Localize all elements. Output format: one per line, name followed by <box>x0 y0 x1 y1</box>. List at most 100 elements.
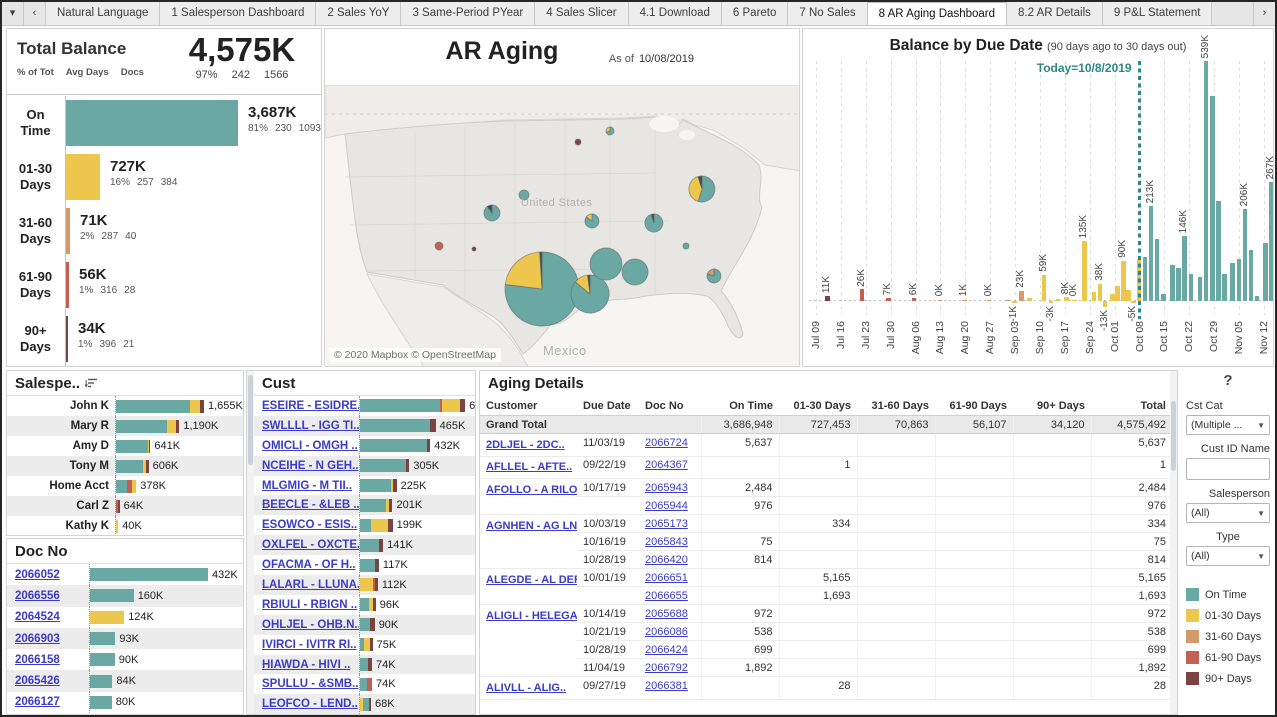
cust-scrollbar[interactable] <box>247 371 254 714</box>
bar-segment[interactable] <box>360 499 386 512</box>
bar-segment[interactable] <box>460 399 465 412</box>
doc-no-link[interactable]: 2065843 <box>645 536 688 548</box>
aging-scrollbar-thumb[interactable] <box>1171 401 1176 471</box>
bar-segment[interactable] <box>375 559 379 572</box>
due-date-bar[interactable] <box>1198 277 1203 302</box>
stacked-bar[interactable] <box>360 578 378 591</box>
stacked-bar[interactable] <box>116 400 204 413</box>
stacked-bar[interactable] <box>360 638 373 651</box>
doc-no-link[interactable]: 2065943 <box>645 482 688 494</box>
stacked-bar[interactable] <box>90 632 115 645</box>
due-date-bar[interactable] <box>1189 274 1194 301</box>
due-date-bar[interactable] <box>1049 301 1054 303</box>
bar-segment[interactable] <box>360 578 373 591</box>
due-date-bar[interactable] <box>1149 206 1154 301</box>
aging-col-header[interactable]: Customer <box>480 397 577 416</box>
doc-no-link[interactable]: 2064524 <box>7 611 89 623</box>
prev-sheet-icon[interactable]: ‹ <box>24 2 46 25</box>
due-date-bar[interactable] <box>1230 263 1235 301</box>
bar-segment[interactable] <box>360 559 375 572</box>
due-date-bar[interactable] <box>912 298 917 301</box>
bar-segment[interactable] <box>116 440 148 453</box>
legend-item[interactable]: On Time <box>1186 584 1270 605</box>
cust-link[interactable]: RBIULI - RBIGN .. <box>254 599 359 611</box>
bar-segment[interactable] <box>367 678 372 691</box>
due-date-bar[interactable] <box>1210 96 1215 301</box>
due-date-bar[interactable] <box>1269 182 1274 301</box>
cust-link[interactable]: SWLLLL - IGG TI.. <box>254 420 359 432</box>
map-pie[interactable] <box>585 214 599 228</box>
next-sheet-icon[interactable]: › <box>1253 2 1275 25</box>
bar-segment[interactable] <box>360 678 367 691</box>
due-date-bar[interactable] <box>987 300 992 302</box>
stacked-bar[interactable] <box>116 460 149 473</box>
map-pie-slice[interactable] <box>622 259 648 285</box>
bucket-bar[interactable] <box>66 154 100 200</box>
cust-link[interactable]: IVIRCI - IVITR RI.. <box>254 639 359 651</box>
bar-segment[interactable] <box>360 539 379 552</box>
bar-segment[interactable] <box>389 499 393 512</box>
stacked-bar[interactable] <box>360 678 372 691</box>
bar-segment[interactable] <box>167 420 176 433</box>
bar-segment[interactable] <box>360 439 427 452</box>
map-pie[interactable] <box>571 275 609 313</box>
doc-no-link[interactable]: 2065173 <box>645 518 688 530</box>
bar-segment[interactable] <box>373 598 375 611</box>
customer-link[interactable]: ALEGDE - AL DERGAES <box>486 574 577 586</box>
legend-item[interactable]: 90+ Days <box>1186 668 1270 689</box>
cst-cat-dropdown[interactable]: (Multiple ... ▼ <box>1186 415 1270 435</box>
bar-segment[interactable] <box>116 520 118 533</box>
tab-8-ar-aging-dashboard[interactable]: 8 AR Aging Dashboard <box>868 2 1007 25</box>
map-pie[interactable] <box>707 269 721 283</box>
stacked-bar[interactable] <box>116 420 179 433</box>
due-date-bar[interactable] <box>1176 268 1181 301</box>
due-date-bar[interactable] <box>1110 294 1115 301</box>
stacked-bar[interactable] <box>90 589 134 602</box>
stacked-bar[interactable] <box>360 618 375 631</box>
cust-link[interactable]: OXLFEL - OXCTE.. <box>254 539 359 551</box>
doc-no-link[interactable]: 2065426 <box>7 675 89 687</box>
doc-no-link[interactable]: 2066655 <box>645 590 688 602</box>
stacked-bar[interactable] <box>360 539 383 552</box>
doc-no-link[interactable]: 2066381 <box>645 680 688 692</box>
tab-3-same-period-pyear[interactable]: 3 Same-Period PYear <box>401 2 535 25</box>
type-dropdown[interactable]: (All) ▼ <box>1186 546 1270 566</box>
cust-id-input[interactable] <box>1186 458 1270 480</box>
customer-link[interactable]: AFOLLO - A RILOLANGD <box>486 484 577 496</box>
aging-col-header[interactable]: 90+ Days <box>1013 397 1091 416</box>
map-pie-slice[interactable] <box>435 242 443 250</box>
bucket-bar[interactable] <box>66 208 70 254</box>
doc-no-link[interactable]: 2066724 <box>645 437 688 449</box>
bar-segment[interactable] <box>149 440 150 453</box>
stacked-bar[interactable] <box>116 500 120 513</box>
doc-no-link[interactable]: 2065688 <box>645 608 688 620</box>
aging-col-header[interactable]: 61-90 Days <box>935 397 1013 416</box>
legend-item[interactable]: 61-90 Days <box>1186 647 1270 668</box>
stacked-bar[interactable] <box>90 653 115 666</box>
bar-segment[interactable] <box>406 459 410 472</box>
cust-scrollbar-thumb[interactable] <box>248 375 253 465</box>
map-pie[interactable] <box>590 248 622 280</box>
bar-segment[interactable] <box>360 598 369 611</box>
map-pie[interactable] <box>435 242 443 250</box>
salesperson-dropdown[interactable]: (All) ▼ <box>1186 503 1270 523</box>
bar-segment[interactable] <box>430 419 435 432</box>
due-date-bar[interactable] <box>938 300 943 302</box>
cust-link[interactable]: OFACMA - OF H.. <box>254 559 359 571</box>
customer-link[interactable]: ALIVLL - ALIG.. <box>486 682 566 694</box>
stacked-bar[interactable] <box>360 499 392 512</box>
map-pie[interactable] <box>575 139 581 145</box>
stacked-bar[interactable] <box>90 675 112 688</box>
bar-segment[interactable] <box>360 419 430 432</box>
bar-segment[interactable] <box>132 480 137 493</box>
aging-col-header[interactable]: Due Date <box>577 397 639 416</box>
due-date-bar[interactable] <box>1263 243 1268 301</box>
tab-7-no-sales[interactable]: 7 No Sales <box>788 2 867 25</box>
customer-link[interactable]: 2DLJEL - 2DC.. <box>486 439 565 451</box>
map-pie[interactable] <box>505 252 579 326</box>
bar-segment[interactable] <box>360 479 391 492</box>
due-date-bar[interactable] <box>1131 301 1136 303</box>
due-date-bar[interactable] <box>1072 300 1077 302</box>
due-date-bar[interactable] <box>1027 298 1032 301</box>
bar-segment[interactable] <box>360 399 440 412</box>
